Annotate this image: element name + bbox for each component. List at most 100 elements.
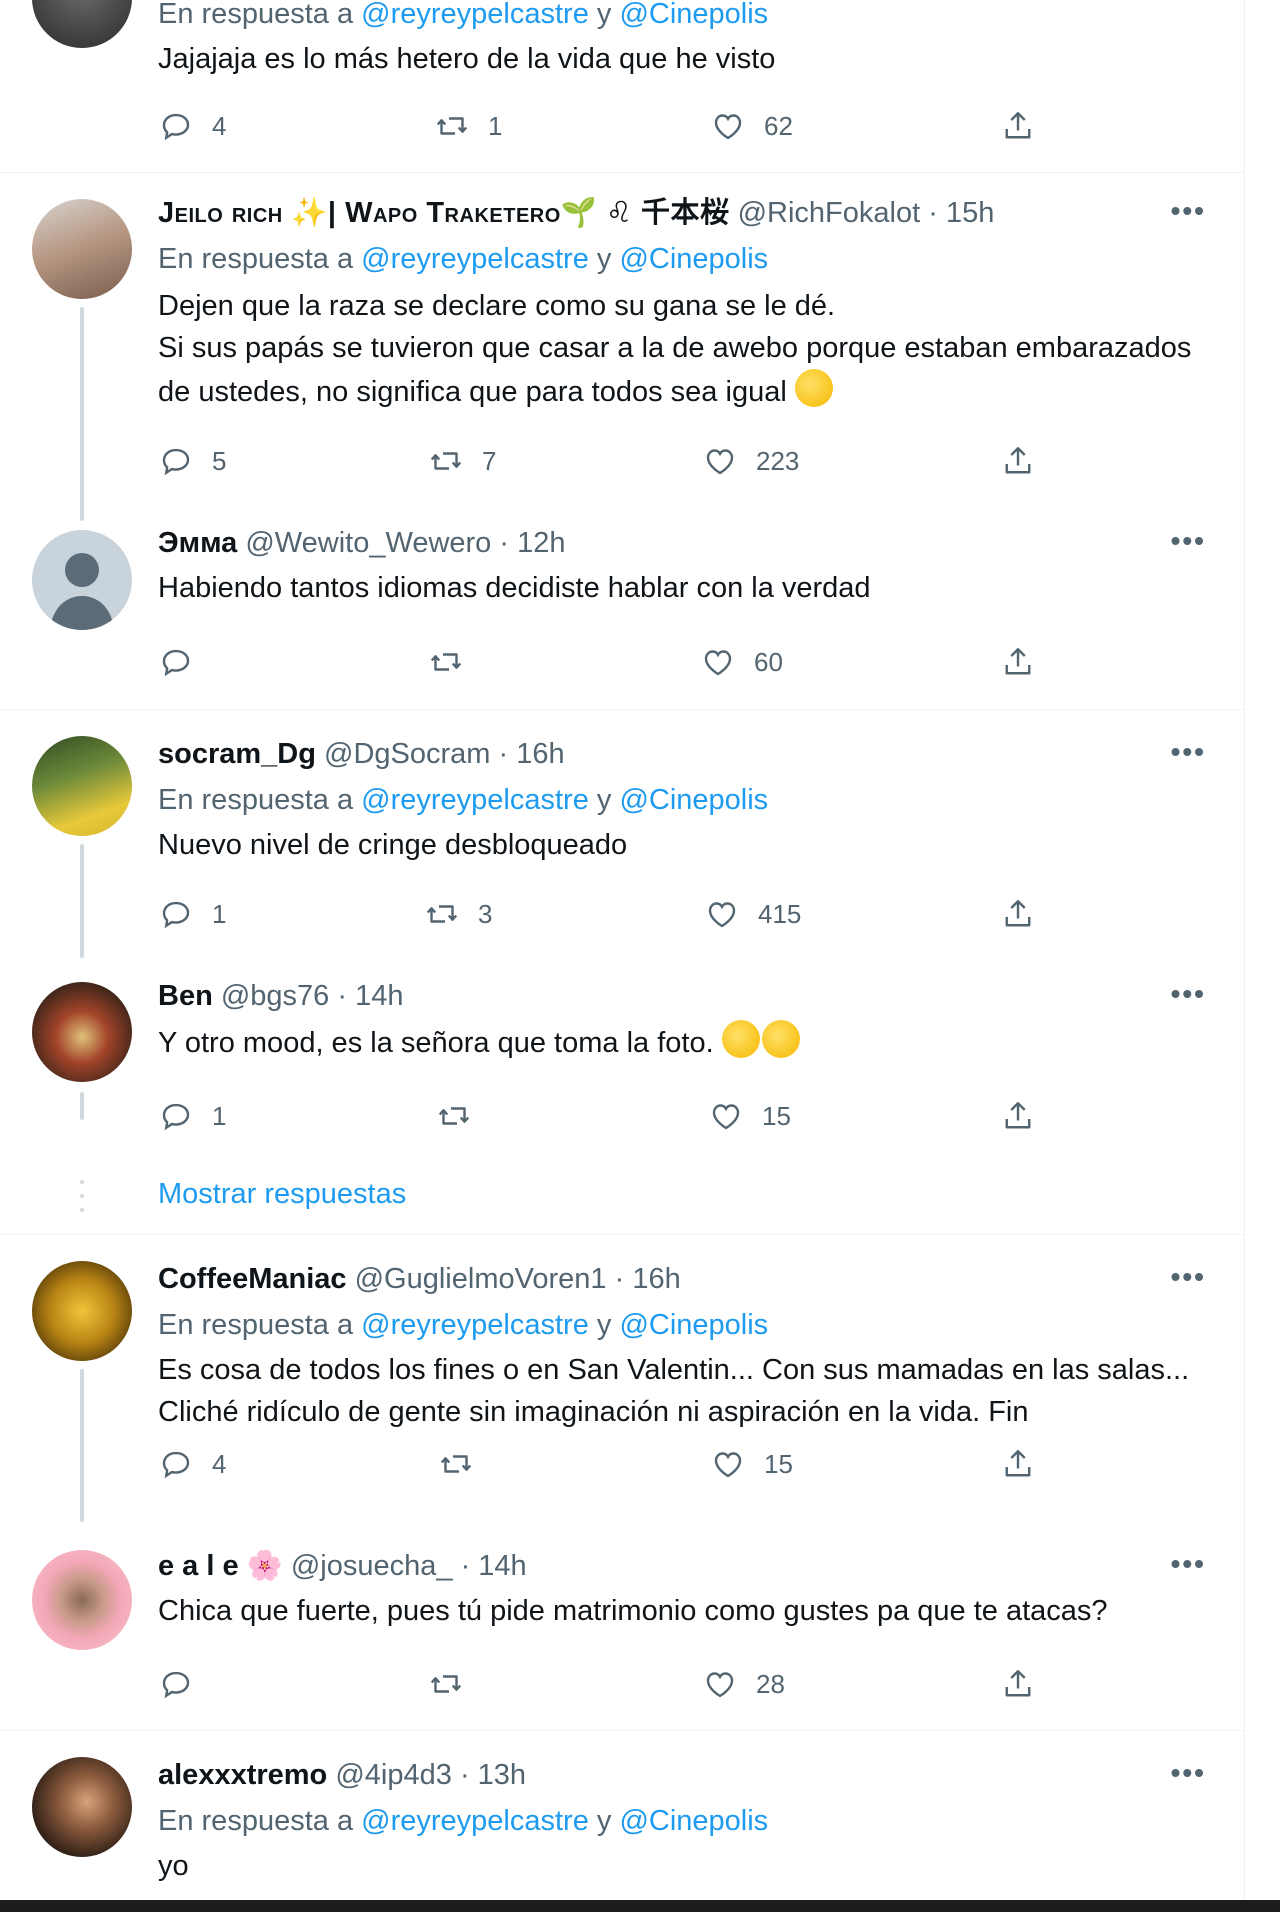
- avatar[interactable]: [32, 736, 132, 836]
- timestamp[interactable]: 16h: [516, 738, 564, 770]
- mention-link[interactable]: @Cinepolis: [619, 1805, 768, 1837]
- more-options-icon[interactable]: •••: [1171, 736, 1206, 768]
- like-button[interactable]: 15: [708, 1096, 791, 1136]
- avatar[interactable]: [32, 1261, 132, 1361]
- reply-icon: [162, 113, 190, 141]
- retweet-button[interactable]: 3: [424, 894, 492, 934]
- mention-link[interactable]: @reyreypelcastre: [361, 1309, 589, 1341]
- like-button[interactable]: 223: [702, 441, 799, 481]
- mention-link[interactable]: @reyreypelcastre: [361, 784, 589, 816]
- user-handle[interactable]: @DgSocram: [324, 738, 490, 770]
- mention-link[interactable]: @Cinepolis: [619, 1309, 768, 1341]
- like-button[interactable]: 62: [710, 106, 793, 146]
- avatar[interactable]: [32, 530, 132, 630]
- reply-button[interactable]: 4: [158, 1444, 226, 1484]
- reply-button[interactable]: 4: [158, 106, 226, 146]
- user-handle[interactable]: @josuecha_: [291, 1550, 453, 1582]
- tweet[interactable]: Jeilo rich ✨| Wapo Traketero🌱 ♌ 千本桜 @Ric…: [0, 173, 1244, 525]
- user-handle[interactable]: @Wewito_Wewero: [245, 527, 491, 559]
- action-bar: 28: [158, 1664, 1038, 1704]
- more-options-icon[interactable]: •••: [1171, 1548, 1206, 1580]
- share-button[interactable]: [1000, 1444, 1036, 1484]
- retweet-button[interactable]: 1: [434, 106, 502, 146]
- retweet-icon: [436, 117, 468, 135]
- more-options-icon[interactable]: •••: [1171, 1757, 1206, 1789]
- user-handle[interactable]: @GuglielmoVoren1: [355, 1263, 607, 1295]
- user-handle[interactable]: @4ip4d3: [335, 1759, 452, 1791]
- timestamp[interactable]: 14h: [355, 980, 403, 1012]
- action-bar: 4 1 62: [158, 106, 1038, 146]
- tweet[interactable]: e a l e 🌸 @josuecha_ · 14h ••• Chica que…: [0, 1522, 1244, 1730]
- share-button[interactable]: [1000, 1664, 1036, 1704]
- mention-link[interactable]: @Cinepolis: [619, 0, 768, 30]
- avatar[interactable]: [32, 1757, 132, 1857]
- heart-icon: [706, 1672, 734, 1698]
- timestamp[interactable]: 16h: [632, 1263, 680, 1295]
- display-name[interactable]: alexxxtremo: [158, 1759, 327, 1791]
- mention-link[interactable]: @Cinepolis: [619, 784, 768, 816]
- show-replies-link[interactable]: Mostrar respuestas: [158, 1178, 406, 1211]
- tweet[interactable]: alexxxtremo @4ip4d3 · 13h ••• En respues…: [0, 1731, 1244, 1900]
- display-name[interactable]: Эмма: [158, 527, 237, 559]
- share-button[interactable]: [1000, 1096, 1036, 1136]
- more-options-icon[interactable]: •••: [1171, 195, 1206, 227]
- share-icon: [1005, 1450, 1031, 1477]
- retweet-button[interactable]: [436, 1096, 490, 1136]
- reply-icon: [162, 1671, 190, 1699]
- display-name[interactable]: e a l e 🌸: [158, 1550, 283, 1582]
- retweet-button[interactable]: 7: [428, 441, 496, 481]
- mention-link[interactable]: @reyreypelcastre: [361, 1805, 589, 1837]
- thread-line: [80, 307, 84, 521]
- retweet-button[interactable]: [428, 642, 482, 682]
- mention-link[interactable]: @reyreypelcastre: [361, 243, 589, 275]
- like-button[interactable]: 415: [704, 894, 801, 934]
- share-button[interactable]: [1000, 106, 1036, 146]
- tweet[interactable]: CoffeeManiac @GuglielmoVoren1 · 16h ••• …: [0, 1235, 1244, 1522]
- user-handle[interactable]: @RichFokalot: [738, 197, 921, 229]
- share-icon: [1005, 1670, 1031, 1697]
- sleeping-emoji-icon: [794, 369, 833, 407]
- reply-button[interactable]: 5: [158, 441, 226, 481]
- avatar[interactable]: [32, 1550, 132, 1650]
- like-button[interactable]: 15: [710, 1444, 793, 1484]
- retweet-button[interactable]: [428, 1664, 482, 1704]
- tweet[interactable]: En respuesta a @reyreypelcastre y @Cinep…: [0, 0, 1244, 172]
- like-button[interactable]: 28: [702, 1664, 785, 1704]
- reply-context: En respuesta a @reyreypelcastre y @Cinep…: [158, 1309, 769, 1341]
- tweet[interactable]: socram_Dg @DgSocram · 16h ••• En respues…: [0, 710, 1244, 958]
- display-name[interactable]: CoffeeManiac: [158, 1263, 347, 1295]
- display-name[interactable]: Jeilo rich ✨| Wapo Traketero🌱 ♌ 千本桜: [158, 197, 730, 229]
- share-button[interactable]: [1000, 642, 1036, 682]
- default-avatar-icon: [50, 553, 114, 630]
- like-button[interactable]: 60: [700, 642, 783, 682]
- reply-button[interactable]: 1: [158, 894, 226, 934]
- user-handle[interactable]: @bgs76: [221, 980, 329, 1012]
- avatar[interactable]: [32, 0, 132, 48]
- tweet-text: Nuevo nivel de cringe desbloqueado: [158, 829, 628, 861]
- timestamp[interactable]: 15h: [946, 197, 994, 229]
- heart-icon: [704, 650, 732, 676]
- mention-link[interactable]: @reyreypelcastre: [361, 0, 589, 30]
- reply-button[interactable]: [158, 1664, 212, 1704]
- avatar[interactable]: [32, 982, 132, 1082]
- avatar[interactable]: [32, 199, 132, 299]
- share-button[interactable]: [1000, 441, 1036, 481]
- display-name[interactable]: socram_Dg: [158, 738, 316, 770]
- retweet-button[interactable]: [438, 1444, 492, 1484]
- timestamp[interactable]: 14h: [478, 1550, 526, 1582]
- display-name[interactable]: Ben: [158, 980, 213, 1012]
- more-options-icon[interactable]: •••: [1171, 978, 1206, 1010]
- mention-link[interactable]: @Cinepolis: [619, 243, 768, 275]
- tweet[interactable]: Эмма @Wewito_Wewero · 12h ••• Habiendo t…: [0, 525, 1244, 709]
- tweet[interactable]: Ben @bgs76 · 14h ••• Y otro mood, es la …: [0, 958, 1244, 1234]
- tweet-text: Chica que fuerte, pues tú pide matrimoni…: [158, 1595, 1108, 1627]
- more-options-icon[interactable]: •••: [1171, 525, 1206, 557]
- more-options-icon[interactable]: •••: [1171, 1261, 1206, 1293]
- reply-button[interactable]: [158, 642, 212, 682]
- tweet-text: Jajajaja es lo más hetero de la vida que…: [158, 43, 776, 75]
- reply-button[interactable]: 1: [158, 1096, 226, 1136]
- timestamp[interactable]: 13h: [478, 1759, 526, 1791]
- tweet-header: CoffeeManiac @GuglielmoVoren1 · 16h: [158, 1263, 681, 1295]
- share-button[interactable]: [1000, 894, 1036, 934]
- timestamp[interactable]: 12h: [517, 527, 565, 559]
